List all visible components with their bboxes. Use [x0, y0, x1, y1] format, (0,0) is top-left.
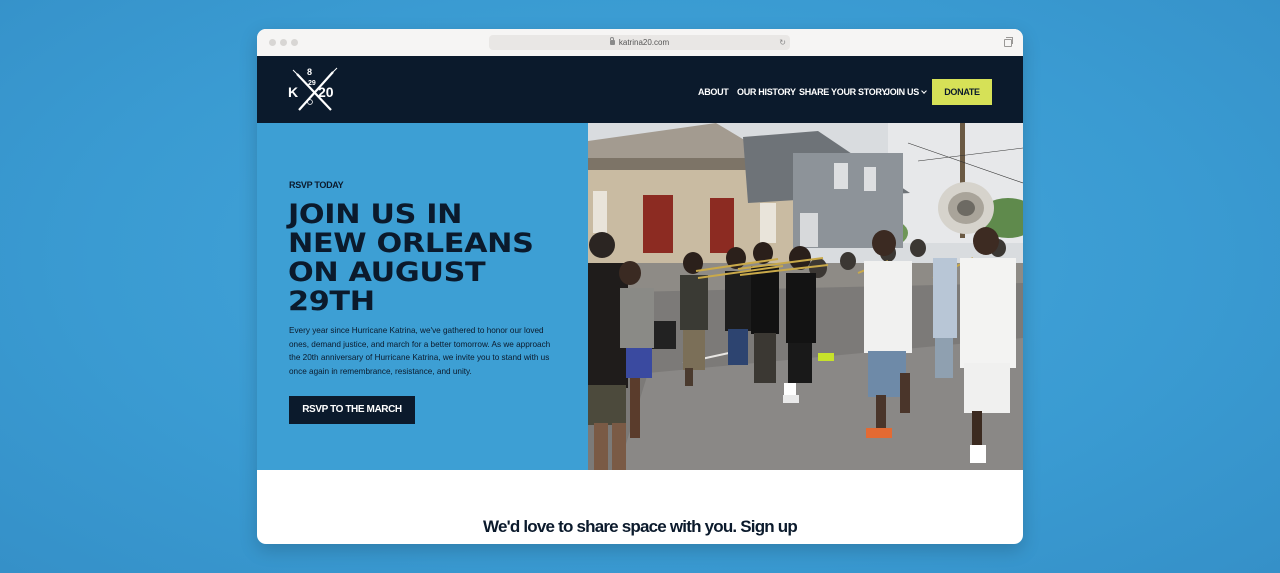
- tab-overview-icon[interactable]: [1004, 37, 1013, 47]
- hero-parade-photo: [588, 123, 1023, 470]
- browser-window: katrina20.com ↻ 8 29 K 20 ABOUT OUR HIST…: [257, 29, 1023, 544]
- address-bar[interactable]: katrina20.com ↻: [489, 35, 790, 50]
- headline-line: JOIN US IN: [288, 199, 463, 230]
- svg-text:8: 8: [307, 67, 312, 77]
- headline-line: NEW ORLEANS: [288, 228, 534, 259]
- svg-text:29: 29: [308, 80, 316, 87]
- signup-heading: We'd love to share space with you. Sign …: [483, 517, 798, 536]
- hero-eyebrow: RSVP TODAY: [289, 180, 344, 190]
- rsvp-march-button[interactable]: RSVP TO THE MARCH: [289, 396, 415, 424]
- minimize-window-button[interactable]: [280, 39, 287, 46]
- headline-line: ON AUGUST: [288, 257, 486, 288]
- browser-toolbar: katrina20.com ↻: [257, 29, 1023, 57]
- hero-panel: RSVP TODAY JOIN US IN NEW ORLEANS ON AUG…: [257, 123, 588, 470]
- nav-join-us-label: JOIN US: [885, 87, 919, 97]
- nav-about[interactable]: ABOUT: [698, 85, 729, 99]
- nav-share-your-story[interactable]: SHARE YOUR STORY: [799, 85, 887, 99]
- address-text: katrina20.com: [618, 38, 670, 47]
- svg-text:20: 20: [318, 84, 334, 100]
- hero-headline: JOIN US IN NEW ORLEANS ON AUGUST 29TH: [288, 200, 613, 316]
- nav-join-us[interactable]: JOIN US: [885, 85, 927, 99]
- nav-our-history[interactable]: OUR HISTORY: [737, 85, 796, 99]
- lock-icon: [609, 37, 615, 45]
- zoom-window-button[interactable]: [291, 39, 298, 46]
- svg-text:K: K: [288, 84, 298, 100]
- close-window-button[interactable]: [269, 39, 276, 46]
- parade-photo-illustration: [588, 123, 1023, 470]
- reload-icon[interactable]: ↻: [779, 35, 786, 50]
- site-logo[interactable]: 8 29 K 20: [285, 64, 345, 114]
- site-header: 8 29 K 20 ABOUT OUR HISTORY SHARE YOUR S…: [257, 56, 1023, 123]
- donate-button[interactable]: DONATE: [932, 79, 992, 105]
- k20-logo-mark: 8 29 K 20: [288, 67, 338, 111]
- headline-line: 29TH: [288, 286, 375, 317]
- hero-description: Every year since Hurricane Katrina, we'v…: [289, 326, 551, 376]
- chevron-down-icon: [921, 88, 927, 94]
